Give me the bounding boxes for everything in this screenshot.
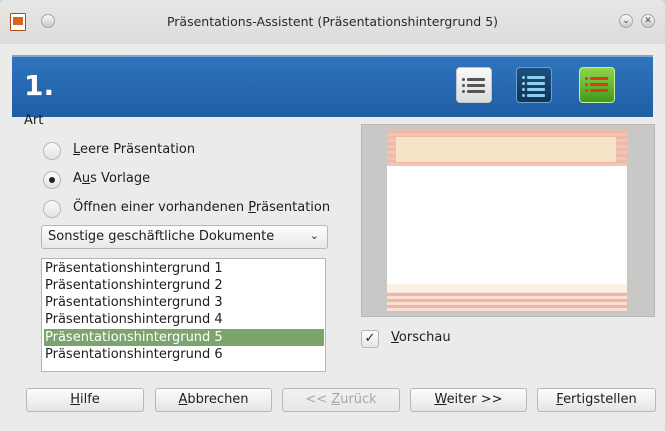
preview-checkbox-label[interactable]: Vorschau [391, 330, 451, 345]
preview-slide [387, 130, 627, 311]
radio-from-template[interactable] [43, 171, 61, 189]
list-item[interactable]: Präsentationshintergrund 6 [44, 346, 324, 363]
list-item[interactable]: Präsentationshintergrund 3 [44, 294, 324, 311]
template-list[interactable]: Präsentationshintergrund 1 Präsentations… [41, 258, 326, 372]
preview-checkbox[interactable]: ✓ [361, 330, 379, 348]
title-bar: Präsentations-Assistent (Präsentationshi… [0, 0, 665, 44]
radio-empty-presentation[interactable] [43, 142, 61, 160]
template-category-dropdown[interactable]: Sonstige geschäftliche Dokumente ⌄ [41, 225, 328, 249]
list-item[interactable]: Präsentationshintergrund 2 [44, 277, 324, 294]
list-icon-gray [456, 67, 492, 103]
preview-panel [361, 124, 655, 317]
finish-button[interactable]: Fertigstellen [537, 388, 656, 412]
radio-open-existing[interactable] [43, 200, 61, 218]
help-button[interactable]: Hilfe [26, 388, 144, 412]
list-item-selected[interactable]: Präsentationshintergrund 5 [44, 329, 324, 346]
list-item[interactable]: Präsentationshintergrund 4 [44, 311, 324, 328]
window-title: Präsentations-Assistent (Präsentationshi… [166, 14, 499, 29]
minimize-icon[interactable]: ⌄ [619, 14, 633, 28]
next-button[interactable]: Weiter >> [410, 388, 527, 412]
back-button[interactable]: << Zurück [282, 388, 400, 412]
label-empty-presentation[interactable]: Leere Präsentation [73, 142, 195, 157]
slide-bottom-band [387, 284, 627, 311]
label-open-existing[interactable]: Öffnen einer vorhandenen Präsentation [73, 200, 330, 215]
presentation-wizard-window: Präsentations-Assistent (Präsentationshi… [0, 0, 665, 431]
list-item[interactable]: Präsentationshintergrund 1 [44, 260, 324, 277]
list-icon-blue [516, 67, 552, 103]
list-icon-green [579, 67, 615, 103]
chevron-down-icon: ⌄ [309, 229, 319, 242]
cancel-button[interactable]: Abbrechen [155, 388, 272, 412]
template-category-value: Sonstige geschäftliche Dokumente [48, 229, 275, 244]
close-icon[interactable]: ✕ [641, 14, 655, 28]
art-section-label: Art [24, 113, 44, 128]
step-banner: 1. [12, 55, 653, 117]
label-from-template[interactable]: Aus Vorlage [73, 171, 150, 186]
step-number: 1. [24, 69, 55, 102]
slide-top-band [387, 130, 627, 166]
